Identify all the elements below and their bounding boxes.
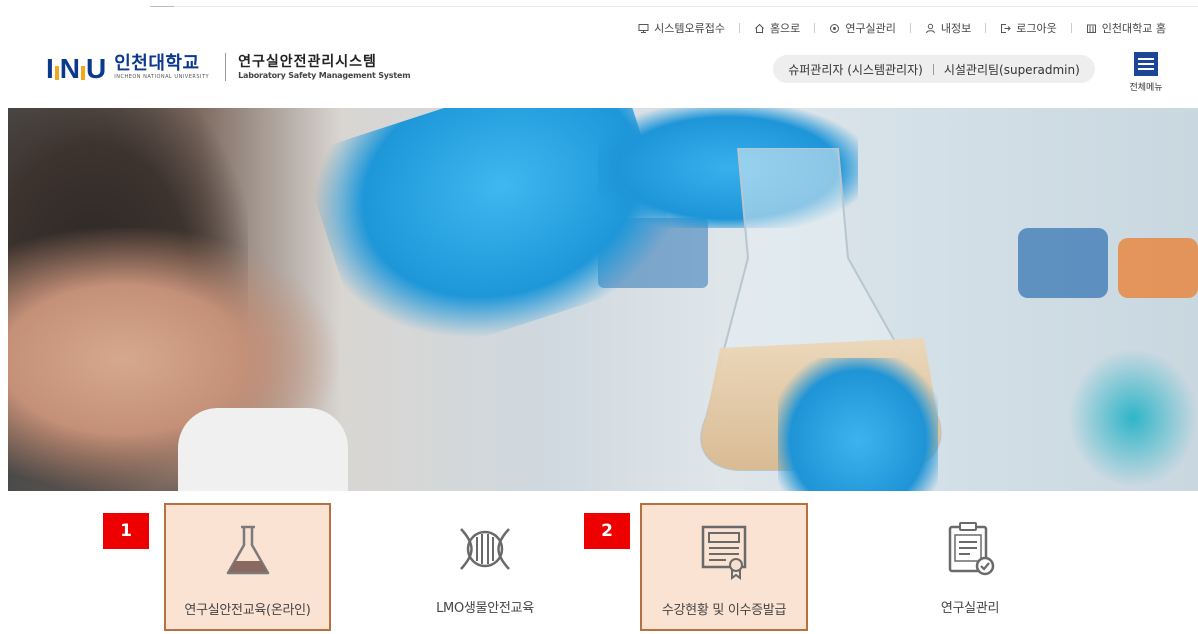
util-home-label: 홈으로 bbox=[769, 22, 801, 35]
util-error-report-link[interactable]: 시스템오류접수 bbox=[638, 20, 725, 36]
annotation-badge-2: 2 bbox=[584, 513, 630, 549]
quick-menu-enrollment-certificate[interactable]: 수강현황 및 이수증발급 bbox=[640, 503, 808, 631]
system-title: 연구실안전관리시스템 bbox=[238, 54, 377, 70]
quick-menu-lab-safety-online[interactable]: 연구실안전교육(온라인) bbox=[164, 503, 331, 631]
util-separator bbox=[1070, 23, 1072, 33]
user-info-pill: 슈퍼관리자 (시스템관리자) 시설관리팀(superadmin) bbox=[773, 55, 1095, 83]
site-logo[interactable]: INU 인천대학교 INCHEON NATIONAL UNIVERSITY 연구… bbox=[46, 46, 411, 88]
clipboard-check-icon bbox=[948, 522, 995, 576]
util-error-report-label: 시스템오류접수 bbox=[654, 22, 725, 35]
util-university-home-label: 인천대학교 홈 bbox=[1101, 22, 1166, 35]
logout-icon bbox=[1000, 23, 1012, 34]
util-university-home-link[interactable]: 인천대학교 홈 bbox=[1086, 20, 1166, 36]
all-menu-label: 전체메뉴 bbox=[1129, 83, 1163, 93]
util-separator bbox=[738, 23, 740, 33]
user-info-separator bbox=[932, 63, 934, 75]
top-divider bbox=[150, 6, 1198, 7]
user-department: 시설관리팀(superadmin) bbox=[943, 62, 1080, 77]
quick-menu-label: 연구실관리 bbox=[940, 601, 1000, 616]
util-separator bbox=[985, 23, 987, 33]
hamburger-icon bbox=[1134, 52, 1158, 76]
certificate-icon bbox=[701, 525, 747, 580]
all-menu-button[interactable]: 전체메뉴 bbox=[1124, 52, 1168, 93]
monitor-icon bbox=[638, 23, 649, 34]
dna-icon bbox=[460, 528, 510, 570]
util-home-link[interactable]: 홈으로 bbox=[754, 20, 800, 36]
util-lab-management-link[interactable]: 연구실관리 bbox=[829, 20, 896, 36]
utility-nav: 시스템오류접수 홈으로 연구실관리 내정보 로그아웃 인천대학교 홈 bbox=[638, 20, 1166, 36]
system-title-en: Laboratory Safety Management System bbox=[238, 71, 411, 80]
quick-menu-label: 연구실안전교육(온라인) bbox=[184, 603, 311, 618]
university-name: 인천대학교 bbox=[114, 53, 200, 74]
lab-icon bbox=[829, 23, 840, 34]
inu-logo-mark: INU bbox=[46, 53, 107, 84]
user-icon bbox=[925, 23, 936, 34]
building-icon bbox=[1086, 23, 1097, 34]
util-separator bbox=[909, 23, 911, 33]
logo-divider bbox=[225, 53, 227, 81]
util-logout-label: 로그아웃 bbox=[1016, 22, 1057, 35]
quick-menu-label: 수강현황 및 이수증발급 bbox=[661, 603, 787, 618]
util-lab-management-label: 연구실관리 bbox=[845, 22, 896, 35]
university-name-en: INCHEON NATIONAL UNIVERSITY bbox=[114, 74, 210, 80]
quick-menu-label: LMO생물안전교육 bbox=[436, 601, 534, 616]
util-my-info-label: 내정보 bbox=[940, 22, 972, 35]
util-separator bbox=[814, 23, 816, 33]
quick-menu-lab-management[interactable]: 연구실관리 bbox=[890, 503, 1050, 631]
hero-banner bbox=[8, 108, 1198, 491]
user-role: 슈퍼관리자 (시스템관리자) bbox=[788, 62, 923, 77]
quick-menu-lmo-biosafety[interactable]: LMO생물안전교육 bbox=[405, 503, 565, 631]
annotation-badge-1: 1 bbox=[103, 513, 149, 549]
util-my-info-link[interactable]: 내정보 bbox=[925, 20, 971, 36]
flask-icon bbox=[226, 525, 269, 575]
home-icon bbox=[754, 23, 765, 34]
util-logout-link[interactable]: 로그아웃 bbox=[1000, 20, 1057, 36]
